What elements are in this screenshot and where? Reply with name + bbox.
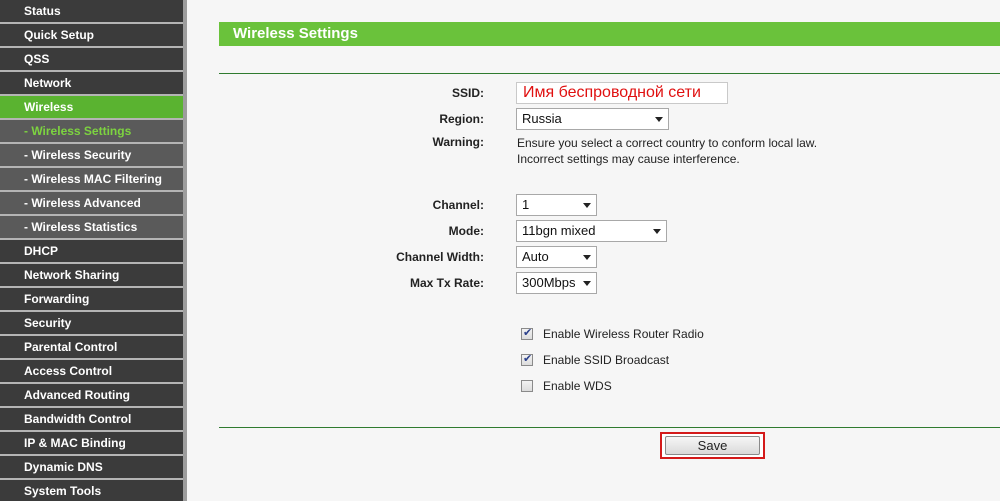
warning-text: Ensure you select a correct country to c… [517,135,817,167]
sidebar-item-wireless-mac-filtering[interactable]: - Wireless MAC Filtering [0,168,183,192]
region-value: Russia [522,111,562,126]
mode-label: Mode: [448,224,484,238]
warning-label: Warning: [432,135,484,149]
channel-value: 1 [522,197,530,212]
save-button[interactable]: Save [665,436,760,455]
sidebar-item-ip-and-mac-binding[interactable]: IP & MAC Binding [0,432,183,456]
sidebar-item-wireless-statistics[interactable]: - Wireless Statistics [0,216,183,240]
save-highlight: Save [660,432,765,459]
sidebar-item-advanced-routing[interactable]: Advanced Routing [0,384,183,408]
checkmark-icon: ✔ [523,327,533,339]
sidebar: Status Quick Setup QSS Network Wireless - Wir… [0,0,187,501]
chevron-down-icon [653,229,661,234]
max-tx-rate-value: 300Mbps [522,275,576,290]
sidebar-item-parental-control[interactable]: Parental Control [0,336,183,360]
sidebar-item-access-control[interactable]: Access Control [0,360,183,384]
chevron-down-icon [655,117,663,122]
divider-bottom [219,427,1000,428]
checkbox[interactable]: ✔ [521,327,533,340]
main-panel: Wireless Settings SSID: Имя беспроводной… [187,0,1000,501]
max-tx-rate-select[interactable]: 300Mbps [516,272,597,294]
channel-select[interactable]: 1 [516,194,597,216]
channel-label: Channel: [432,198,484,212]
ssid-label: SSID: [451,86,484,100]
sidebar-item-forwarding[interactable]: Forwarding [0,288,183,312]
sidebar-nav: Status Quick Setup QSS Network Wireless - Wir… [0,0,183,501]
max-tx-rate-label: Max Tx Rate: [409,276,484,290]
region-label: Region: [439,112,484,126]
sidebar-item-wireless-security[interactable]: - Wireless Security [0,144,183,168]
checkbox-label: Enable WDS [543,379,612,393]
checkbox-label: Enable Wireless Router Radio [543,327,704,341]
sidebar-item-wireless-settings[interactable]: - Wireless Settings [0,120,183,144]
checkmark-icon: ✔ [523,353,533,365]
page-title: Wireless Settings [219,22,1000,46]
channel-width-select[interactable]: Auto [516,246,597,268]
checkbox[interactable]: ✔ [521,353,533,366]
mode-select[interactable]: 11bgn mixed [516,220,667,242]
sidebar-item-qss[interactable]: QSS [0,48,183,72]
sidebar-item-system-tools[interactable]: System Tools [0,480,183,501]
region-select[interactable]: Russia [516,108,669,130]
channel-width-label: Channel Width: [396,250,484,264]
chevron-down-icon [583,281,591,286]
warning-line-2: Incorrect settings may cause interferenc… [517,152,740,166]
ssid-input[interactable]: Имя беспроводной сети [516,82,728,104]
sidebar-item-wireless-advanced[interactable]: - Wireless Advanced [0,192,183,216]
checkbox[interactable] [521,380,533,392]
sidebar-item-status[interactable]: Status [0,0,183,24]
sidebar-item-dhcp[interactable]: DHCP [0,240,183,264]
chevron-down-icon [583,203,591,208]
divider-top [219,73,1000,74]
warning-line-1: Ensure you select a correct country to c… [517,136,818,150]
sidebar-item-wireless[interactable]: Wireless [0,96,183,120]
sidebar-item-security[interactable]: Security [0,312,183,336]
sidebar-item-network-sharing[interactable]: Network Sharing [0,264,183,288]
sidebar-item-bandwidth-control[interactable]: Bandwidth Control [0,408,183,432]
channel-width-value: Auto [522,249,549,264]
sidebar-item-quick-setup[interactable]: Quick Setup [0,24,183,48]
mode-value: 11bgn mixed [522,223,596,238]
checkbox-label: Enable SSID Broadcast [543,353,670,367]
sidebar-item-dynamic-dns[interactable]: Dynamic DNS [0,456,183,480]
chevron-down-icon [583,255,591,260]
sidebar-item-network[interactable]: Network [0,72,183,96]
